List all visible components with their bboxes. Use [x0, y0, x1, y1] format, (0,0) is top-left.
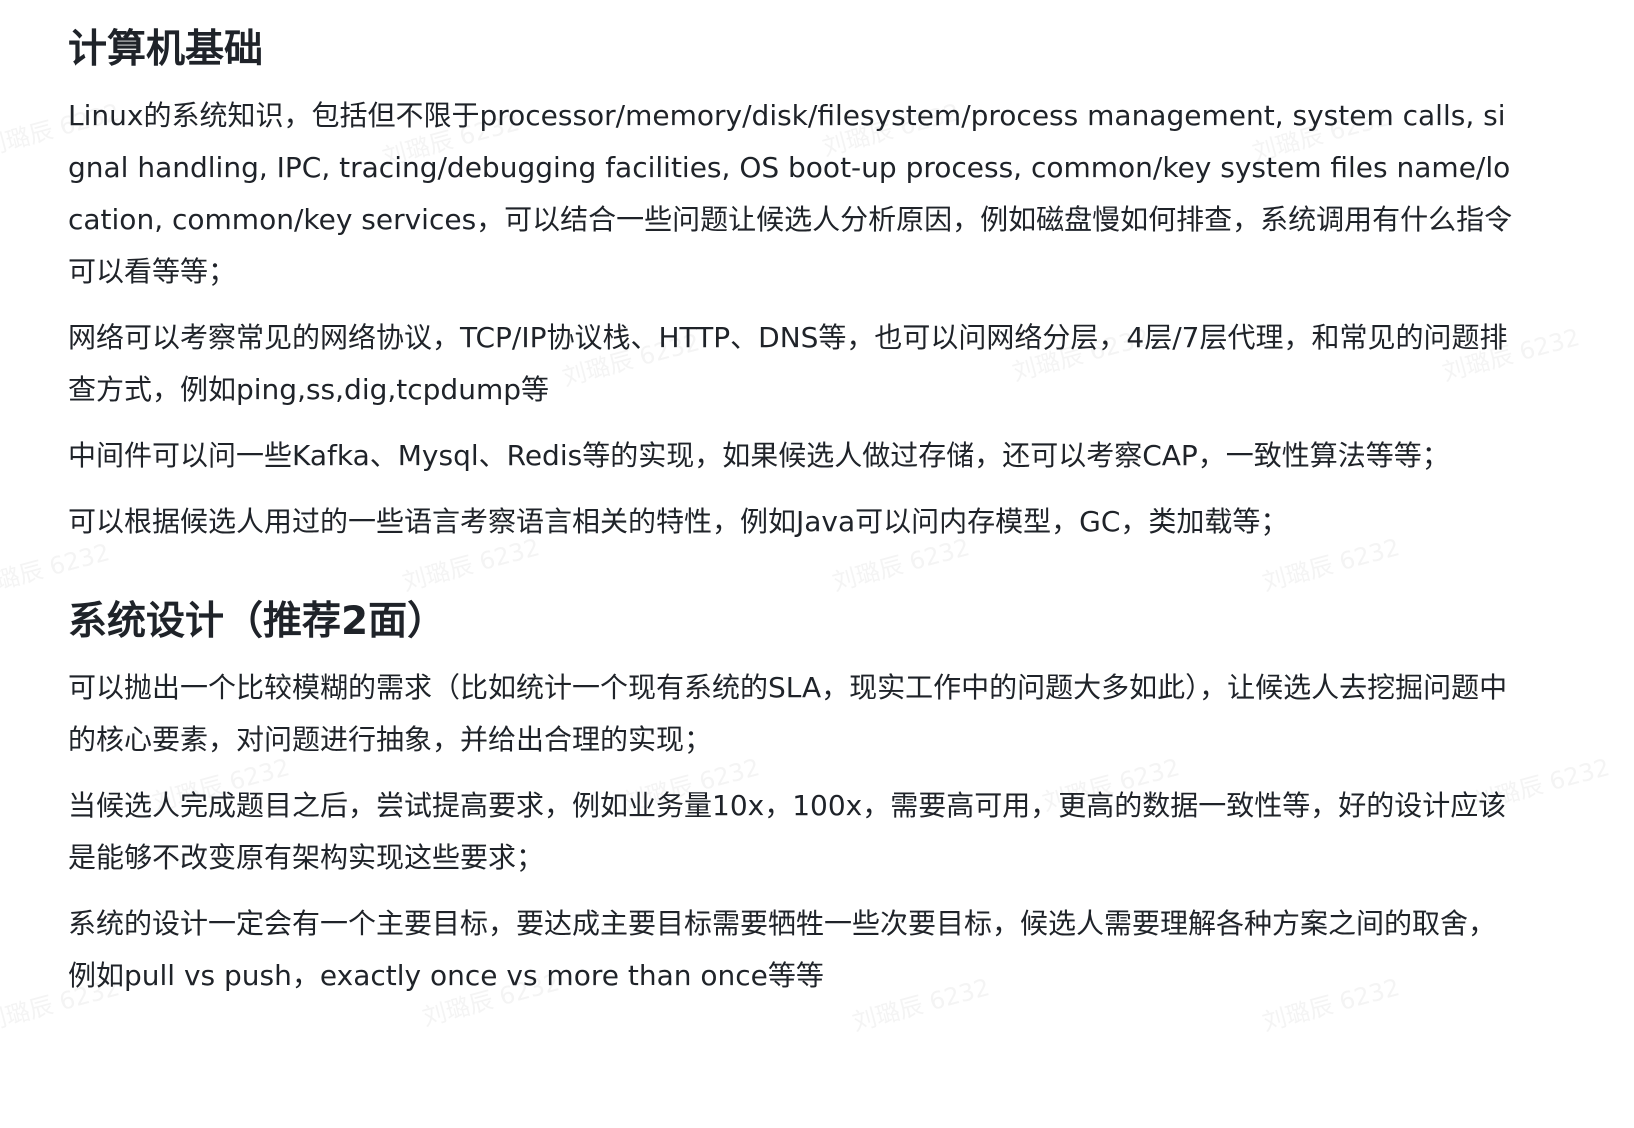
paragraph-middleware: 中间件可以问一些Kafka、Mysql、Redis等的实现，如果候选人做过存储，…: [68, 439, 1450, 472]
document-body: 计算机基础 Linux的系统知识，包括但不限于processor/memory/…: [68, 18, 1518, 1016]
section-heading-system-design: 系统设计（推荐2面）: [68, 599, 447, 644]
section-heading-computer-basics: 计算机基础: [68, 27, 264, 72]
paragraph-networking: 网络可以考察常见的网络协议，TCP/IP协议栈、HTTP、DNS等，也可以问网络…: [68, 321, 1508, 406]
paragraph-raise-requirements: 当候选人完成题目之后，尝试提高要求，例如业务量10x，100x，需要高可用，更高…: [68, 789, 1507, 874]
paragraph-tradeoffs: 系统的设计一定会有一个主要目标，要达成主要目标需要牺牲一些次要目标，候选人需要理…: [68, 907, 1497, 992]
paragraph-vague-requirement: 可以抛出一个比较模糊的需求（比如统计一个现有系统的SLA，现实工作中的问题大多如…: [68, 671, 1508, 756]
paragraph-linux-knowledge: Linux的系统知识，包括但不限于processor/memory/disk/f…: [68, 99, 1513, 288]
paragraph-language-features: 可以根据候选人用过的一些语言考察语言相关的特性，例如Java可以问内存模型，GC…: [68, 505, 1289, 538]
